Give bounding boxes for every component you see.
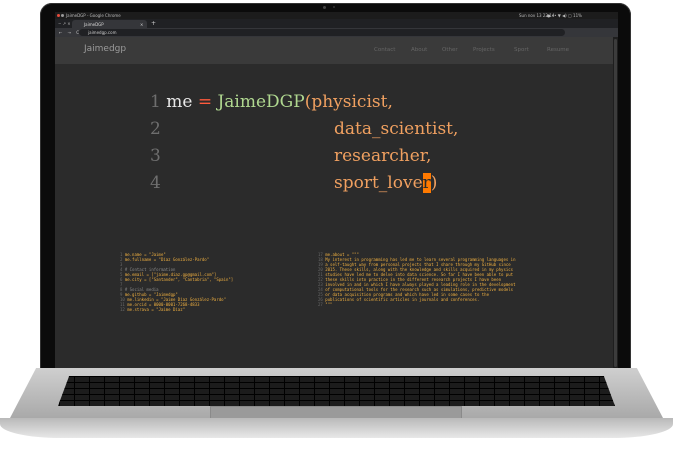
nav-other[interactable]: Other — [442, 47, 458, 53]
code-text: me.city = ["Santander", "Cantabria", "Sp… — [124, 277, 234, 282]
code-block-left: 1 me.name = "Jaime" 2 me.fullname = "Díaz… — [120, 252, 233, 312]
extensions-toolbar — [573, 30, 615, 45]
new-tab-button[interactable]: + — [151, 20, 156, 27]
tab-title: JaimeDGP — [84, 22, 104, 27]
hero-line-3-arg: researcher, — [334, 146, 431, 166]
hero-line-4: 4 — [150, 173, 161, 193]
hero-line-4-arg: sport_lover) — [334, 173, 437, 193]
keyboard-keys — [58, 376, 615, 406]
text-cursor: r — [422, 173, 431, 193]
hero-line-2-arg: data_scientist, — [334, 119, 458, 139]
navigation-buttons[interactable]: ← → C — [59, 30, 81, 35]
tab-bar: − ↗ × JaimeDGP × + — [55, 19, 618, 28]
code-line: 27 """ — [318, 302, 515, 307]
url-text: jaimedgp.com — [88, 30, 117, 35]
nav-sport[interactable]: Sport — [514, 47, 529, 53]
screen: JaimeDGP - Google Chrome Sun nov 13 22:1… — [55, 12, 618, 368]
nav-contact[interactable]: Contact — [374, 47, 395, 53]
nav-resume[interactable]: Resume — [547, 47, 569, 53]
keyboard — [58, 376, 615, 406]
code-class: JaimeDGP — [217, 92, 305, 112]
code-var: me — [166, 92, 193, 112]
laptop: JaimeDGP - Google Chrome Sun nov 13 22:1… — [0, 0, 673, 451]
minimize-window-icon[interactable] — [61, 14, 64, 17]
code-operator: = — [197, 92, 213, 112]
line-number: 4 — [150, 173, 161, 193]
code-text: me.fullname = "Díaz González-Pardo" — [124, 257, 210, 262]
code-block-right: 17 me.about = """ 18 My interest in progr… — [318, 252, 515, 307]
window-controls[interactable]: − ↗ × — [58, 21, 71, 26]
code-line: 12 me.strava = "Jaime Díaz" — [120, 307, 233, 312]
code-text: """ — [325, 302, 333, 307]
laptop-front-edge — [0, 418, 673, 438]
line-number: 3 — [150, 146, 161, 166]
system-tray[interactable]: ● •• ▼ ◀) ▢ 11% — [547, 13, 582, 18]
line-number: 2 — [150, 119, 161, 139]
webcam-icon — [323, 6, 326, 9]
scrollbar-thumb[interactable] — [614, 39, 617, 367]
line-number: 1 — [150, 92, 161, 112]
hero-line-1: 1 me = JaimeDGP(physicist, — [150, 92, 393, 112]
site-brand[interactable]: Jaimedgp — [84, 44, 126, 54]
nav-about[interactable]: About — [411, 47, 427, 53]
address-bar-row: ← → C jaimedgp.com — [55, 28, 618, 45]
site-navbar: Jaimedgp Contact About Other Projects Sp… — [55, 37, 613, 64]
code-arg: sport_love — [334, 173, 423, 193]
os-top-bar: JaimeDGP - Google Chrome Sun nov 13 22:1… — [55, 12, 618, 19]
sensor-icon — [333, 6, 335, 8]
code-arg: ) — [430, 173, 438, 193]
code-text: me.strava = "Jaime Díaz" — [127, 307, 186, 312]
tab-jaimedgp[interactable]: JaimeDGP × — [72, 20, 147, 28]
address-bar[interactable]: jaimedgp.com — [79, 29, 565, 36]
close-window-icon[interactable] — [57, 14, 60, 17]
code-text: publications of scientific articles in j… — [325, 297, 480, 302]
code-line: 6 me.city = ["Santander", "Cantabria", "… — [120, 277, 233, 282]
hero-section: 1 me = JaimeDGP(physicist, 2 data_scient… — [55, 64, 613, 368]
hero-line-3: 3 — [150, 146, 161, 166]
code-arg: researcher, — [334, 146, 432, 166]
code-arg: data_scientist, — [334, 119, 459, 139]
hero-line-2: 2 — [150, 119, 161, 139]
app-title: JaimeDGP - Google Chrome — [66, 13, 121, 18]
code-arg: (physicist, — [304, 92, 393, 112]
nav-projects[interactable]: Projects — [473, 47, 495, 53]
close-tab-icon[interactable]: × — [140, 22, 143, 27]
